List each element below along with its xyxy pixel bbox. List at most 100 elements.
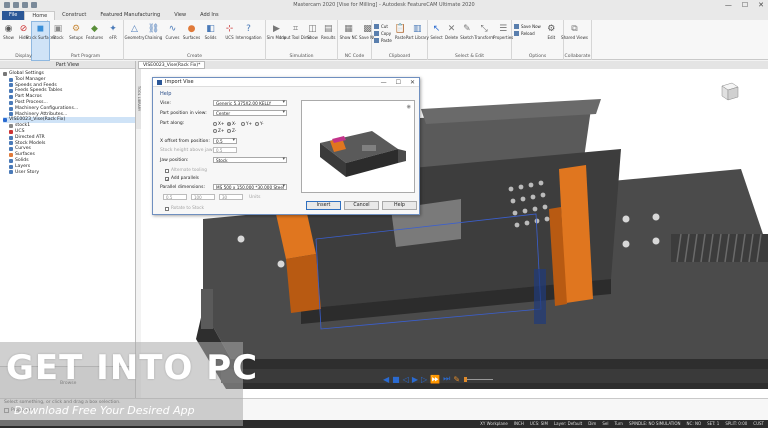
radio-circle [227, 121, 231, 126]
rewind-icon[interactable]: ◀ [383, 375, 389, 384]
radio-y[interactable]: Y+ [241, 121, 252, 126]
close-button[interactable]: ✕ [758, 1, 764, 9]
curves-icon: ∿ [168, 23, 177, 34]
parallel-dimensions-select[interactable]: MS 500 x 150.000 *30.000 Steel [213, 184, 287, 190]
vise-label: Vise: [160, 101, 171, 106]
button-label: Shared Views [561, 35, 588, 40]
button-label: Show NC [339, 35, 358, 40]
step-back-icon[interactable]: ◁ [403, 375, 409, 384]
radio-circle [241, 121, 245, 126]
button-label: Select [430, 35, 443, 40]
tree-item-user-story[interactable]: User Story [3, 170, 135, 176]
part-position-select[interactable]: Center [213, 110, 287, 116]
cut-button[interactable]: Cut [374, 24, 392, 29]
x-offset-input[interactable]: 0.5 [213, 138, 237, 144]
radio-x[interactable]: X- [227, 121, 236, 126]
hide-icon: ⊘ [19, 23, 28, 34]
button-label: Chaining [144, 35, 163, 40]
dialog-help-link[interactable]: Help [160, 91, 171, 97]
part-tree: Global Settings Tool Manager Speeds and Fe… [0, 69, 135, 175]
rotate-to-stock-checkbox[interactable]: Rotate to Stock [165, 206, 204, 211]
playback-speed-slider[interactable] [464, 376, 494, 382]
cut-icon [374, 24, 379, 29]
reload-icon [514, 31, 519, 36]
part-view-title: Part View [0, 61, 135, 69]
ribbon-group-label: Display [15, 54, 32, 59]
ribbon-group-clipboard: Cut Copy Paste 📋 Paste ▥ Part Library Clipboard [372, 20, 429, 60]
shared-views-icon: ⧉ [571, 23, 578, 34]
import-vise-dialog: Import Vise — ☐ ✕ Help Vise: Generic 5.3… [152, 77, 420, 215]
surfaces-icon: ● [187, 23, 196, 34]
alternate-tooling-checkbox[interactable]: Alternate tooling [165, 168, 207, 173]
stock-height-label: Stock height above jaw: [160, 148, 214, 153]
button-label: Save Now [521, 24, 541, 29]
tree-node-icon [9, 106, 13, 111]
stock-box-icon: ▣ [53, 23, 63, 34]
radio-label: Y- [260, 121, 264, 126]
preview-pin-icon[interactable]: ◉ [407, 104, 411, 110]
ribbon-tabs: File Home Construct Featured Manufacturi… [0, 10, 768, 20]
reload-button[interactable]: Reload [514, 31, 541, 36]
tab-featured-manufacturing[interactable]: Featured Manufacturing [93, 11, 167, 20]
radio-x[interactable]: X+ [213, 121, 224, 126]
radio-z[interactable]: Z- [227, 128, 236, 133]
status-item-turn: Turn [614, 421, 623, 426]
jaw-position-select[interactable]: Stock [213, 157, 287, 163]
document-tab[interactable]: VISE0023_Vise(Rack Fix)* [138, 61, 206, 69]
vise-select[interactable]: Generic 5.375X2.00 KELLY [213, 100, 287, 106]
step-icon[interactable]: ▷ [421, 375, 427, 384]
radio-circle [213, 128, 217, 133]
tab-file[interactable]: File [2, 11, 25, 20]
settings-icon[interactable]: ✎ [453, 375, 460, 384]
maximize-button[interactable]: ☐ [742, 1, 748, 9]
copy-button[interactable]: Copy [374, 31, 392, 36]
tab-construct[interactable]: Construct [55, 11, 93, 20]
stop-icon[interactable]: ■ [392, 375, 400, 384]
tab-home[interactable]: Home [24, 11, 56, 20]
dialog-maximize-button[interactable]: ☐ [396, 79, 401, 86]
status-item-inch: INCH [513, 421, 524, 426]
ribbon-group-label: Part Program [70, 54, 101, 59]
end-icon[interactable]: ⏭ [443, 374, 450, 384]
tab-add-ins[interactable]: Add Ins [193, 11, 226, 20]
dialog-minimize-button[interactable]: — [381, 79, 387, 86]
solids-icon: ◧ [206, 23, 215, 34]
parallel-dimensions-label: Parallel dimensions: [160, 185, 205, 190]
stock-height-input[interactable]: 0.5 [213, 147, 237, 153]
app-window: Mastercam 2020 [Vise for Milling] - Auto… [0, 0, 768, 428]
simulation-playbar: ◀ ■ ◁ ▶ ▷ ⏩ ⏭ ✎ [383, 374, 494, 384]
help-button[interactable]: Help [382, 201, 417, 210]
status-item-sel: Sel [602, 421, 609, 426]
fast-forward-icon[interactable]: ⏩ [430, 375, 440, 384]
cancel-button[interactable]: Cancel [344, 201, 379, 210]
dim-z-input[interactable]: 30 [219, 194, 243, 200]
status-item-set-1: SET: 1 [707, 421, 720, 426]
rotate-to-stock-label: Rotate to Stock [171, 206, 205, 211]
play-icon[interactable]: ▶ [412, 375, 418, 384]
window-title: Mastercam 2020 [Vise for Milling] - Auto… [293, 2, 475, 8]
paste-button[interactable]: Paste [374, 38, 392, 43]
watermark-title: GET INTO PC [6, 348, 259, 388]
dim-y-input[interactable]: 100 [191, 194, 215, 200]
delete-icon: ✕ [447, 23, 456, 34]
document-tab-strip: VISE0023_Vise(Rack Fix)* [136, 61, 768, 69]
ucs-icon: ⊹ [225, 23, 234, 34]
add-parallels-checkbox[interactable]: Add parallels [165, 176, 199, 181]
insert-button[interactable]: Insert [306, 201, 341, 210]
radio-y[interactable]: Y- [255, 121, 264, 126]
view-cube-icon[interactable] [718, 80, 740, 102]
show-sim-icon: ◫ [308, 23, 317, 34]
minimize-button[interactable]: — [725, 1, 732, 9]
save-now-button[interactable]: Save Now [514, 24, 541, 29]
tab-view[interactable]: View [167, 11, 193, 20]
radio-label: X- [232, 121, 237, 126]
sim-mode-icon: ▶ [273, 23, 280, 34]
dialog-title-bar: Import Vise — ☐ ✕ [153, 78, 419, 87]
radio-z[interactable]: Z+ [213, 128, 224, 133]
ribbon-group-part-program: ▣ Stock ⚙ Setups ◆ Features ✦ eFR Part Program [48, 20, 124, 60]
dialog-close-button[interactable]: ✕ [410, 79, 415, 86]
ribbon-group-label: Select & Edit [455, 54, 484, 59]
paste-icon: 📋 [394, 23, 406, 34]
dim-x-input[interactable]: 0.5 [163, 194, 187, 200]
vise-rail [221, 369, 768, 383]
